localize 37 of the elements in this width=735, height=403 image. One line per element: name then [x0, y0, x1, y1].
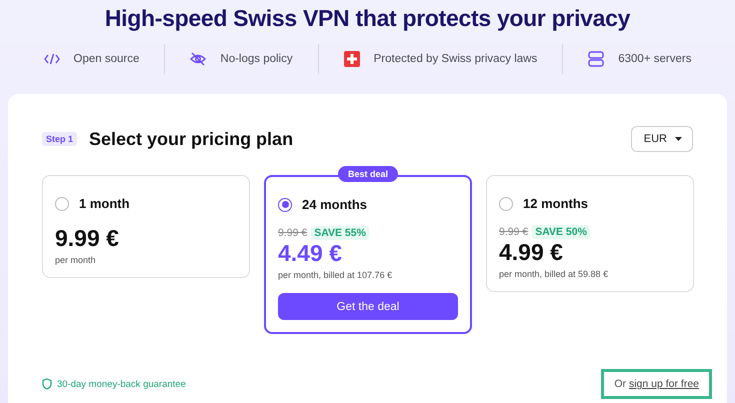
- feature-label: No-logs policy: [220, 53, 293, 65]
- price-note: per month, billed at 107.76 €: [278, 270, 394, 280]
- price-note: per month: [55, 255, 97, 265]
- eye-slash-icon: [190, 52, 206, 66]
- feature-label: Open source: [74, 53, 140, 65]
- plan-radio[interactable]: [278, 198, 292, 212]
- best-deal-badge: Best deal: [338, 166, 398, 182]
- caret-icon: [675, 137, 682, 141]
- get-deal-button[interactable]: Get the deal: [278, 293, 458, 320]
- plan-price: 4.99 €: [499, 239, 564, 266]
- code-icon: [44, 52, 60, 66]
- guarantee-text: 30-day money-back guarantee: [57, 378, 186, 390]
- plan-label: 1 month: [79, 196, 130, 211]
- page-headline: High-speed Swiss VPN that protects your privacy: [104, 5, 630, 32]
- plan-card[interactable]: 12 months 9.99 € SAVE 50% 4.99 € per month, billed at 59.88 €: [486, 175, 694, 292]
- discount-badge: SAVE 50%: [532, 225, 590, 239]
- currency-dropdown[interactable]: EUR: [630, 126, 693, 152]
- feature-label: Protected by Swiss privacy laws: [374, 53, 538, 65]
- swiss-cross-icon: [344, 51, 360, 67]
- plan-label: 12 months: [523, 196, 588, 211]
- server-icon: [588, 51, 604, 67]
- plan-radio[interactable]: [55, 196, 69, 210]
- signup-link[interactable]: sign up for free: [628, 378, 699, 390]
- section-title: Select your pricing plan: [89, 128, 294, 150]
- plan-label: 24 months: [302, 197, 368, 212]
- feature-label: 6300+ servers: [618, 53, 692, 65]
- step-badge: Step 1: [42, 132, 78, 146]
- plan-card[interactable]: 1 month 9.99 € per month: [42, 175, 250, 278]
- original-price: 9.99 €: [499, 226, 528, 238]
- price-note: per month, billed at 59.88 €: [499, 269, 610, 279]
- plan-price: 4.49 €: [278, 240, 343, 267]
- original-price: 9.99 €: [278, 227, 308, 239]
- plan-radio[interactable]: [499, 196, 513, 210]
- discount-badge: SAVE 55%: [311, 226, 369, 240]
- signup-text: Or sign up for free: [601, 369, 712, 399]
- plan-price: 9.99 €: [55, 225, 120, 252]
- shield-icon: [42, 378, 52, 390]
